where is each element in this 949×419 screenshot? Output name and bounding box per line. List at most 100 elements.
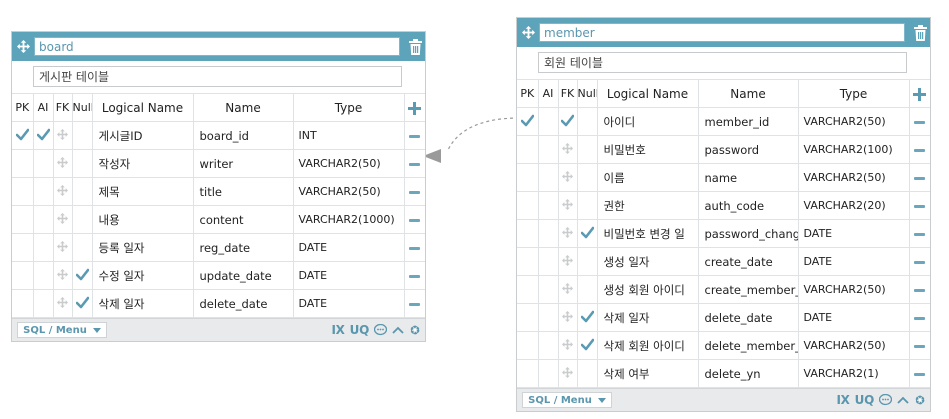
- null-cell[interactable]: [577, 359, 598, 388]
- logical-name-cell[interactable]: 권한: [597, 191, 699, 220]
- column-type-cell[interactable]: VARCHAR2(1000): [293, 205, 405, 234]
- column-type-cell[interactable]: VARCHAR2(50): [293, 177, 405, 206]
- fk-cell[interactable]: [558, 163, 578, 192]
- column-name-cell[interactable]: content: [193, 205, 294, 234]
- pk-cell[interactable]: [517, 135, 539, 164]
- null-cell[interactable]: [72, 289, 93, 318]
- check-icon[interactable]: [75, 296, 89, 312]
- table-comment-input[interactable]: [33, 66, 402, 87]
- add-column-icon[interactable]: [913, 87, 927, 101]
- fk-drag-icon[interactable]: [562, 310, 573, 325]
- table-row[interactable]: 아이디 member_id VARCHAR2(50): [517, 107, 930, 136]
- check-icon[interactable]: [580, 338, 594, 354]
- ai-cell[interactable]: [538, 107, 559, 136]
- logical-name-cell[interactable]: 등록 일자: [92, 233, 194, 262]
- sql-menu-button[interactable]: SQL / Menu: [17, 322, 107, 338]
- null-cell[interactable]: [72, 205, 93, 234]
- ai-cell[interactable]: [538, 135, 559, 164]
- check-icon[interactable]: [580, 226, 594, 242]
- fk-cell[interactable]: [53, 289, 73, 318]
- unique-button[interactable]: UQ: [855, 393, 875, 407]
- ai-cell[interactable]: [33, 261, 54, 290]
- fk-cell[interactable]: [558, 359, 578, 388]
- index-button[interactable]: IX: [332, 323, 345, 337]
- fk-cell[interactable]: [53, 261, 73, 290]
- column-type-cell[interactable]: VARCHAR2(50): [798, 275, 910, 304]
- table-row[interactable]: 작성자 writer VARCHAR2(50): [12, 149, 425, 178]
- column-name-cell[interactable]: title: [193, 177, 294, 206]
- logical-name-cell[interactable]: 삭제 일자: [597, 303, 699, 332]
- logical-name-cell[interactable]: 삭제 회원 아이디: [597, 331, 699, 360]
- comment-icon[interactable]: [374, 324, 387, 336]
- remove-column-icon[interactable]: [914, 204, 926, 208]
- table-row[interactable]: 생성 일자 create_date DATE: [517, 247, 930, 276]
- table-row[interactable]: 수정 일자 update_date DATE: [12, 261, 425, 290]
- remove-column-icon[interactable]: [409, 134, 421, 138]
- fk-drag-icon[interactable]: [562, 142, 573, 157]
- remove-column-icon[interactable]: [409, 302, 421, 306]
- index-button[interactable]: IX: [837, 393, 850, 407]
- table-row[interactable]: 생성 회원 아이디 create_member_ VARCHAR2(50): [517, 275, 930, 304]
- pk-cell[interactable]: [12, 289, 34, 318]
- column-type-cell[interactable]: DATE: [798, 303, 910, 332]
- pk-cell[interactable]: [517, 303, 539, 332]
- table-row[interactable]: 삭제 일자 delete_date DATE: [12, 289, 425, 318]
- null-cell[interactable]: [72, 121, 93, 150]
- logical-name-cell[interactable]: 생성 회원 아이디: [597, 275, 699, 304]
- fk-cell[interactable]: [558, 303, 578, 332]
- table-comment-input[interactable]: [538, 52, 907, 73]
- remove-column-icon[interactable]: [409, 190, 421, 194]
- move-icon[interactable]: [12, 32, 34, 61]
- gear-icon[interactable]: [914, 394, 926, 406]
- ai-cell[interactable]: [33, 149, 54, 178]
- move-icon[interactable]: [517, 18, 539, 47]
- table-row[interactable]: 삭제 여부 delete_yn VARCHAR2(1): [517, 359, 930, 388]
- chevron-up-icon[interactable]: [392, 326, 404, 334]
- remove-column-icon[interactable]: [914, 260, 926, 264]
- pk-cell[interactable]: [12, 121, 34, 150]
- ai-cell[interactable]: [538, 303, 559, 332]
- fk-cell[interactable]: [558, 135, 578, 164]
- column-name-cell[interactable]: create_date: [698, 247, 799, 276]
- null-cell[interactable]: [577, 331, 598, 360]
- ai-cell[interactable]: [538, 359, 559, 388]
- remove-column-icon[interactable]: [914, 344, 926, 348]
- fk-drag-icon[interactable]: [562, 282, 573, 297]
- trash-icon[interactable]: [910, 18, 930, 47]
- column-name-cell[interactable]: delete_date: [698, 303, 799, 332]
- pk-cell[interactable]: [12, 177, 34, 206]
- fk-cell[interactable]: [558, 219, 578, 248]
- fk-drag-icon[interactable]: [562, 226, 573, 241]
- pk-cell[interactable]: [517, 219, 539, 248]
- pk-cell[interactable]: [12, 205, 34, 234]
- remove-column-icon[interactable]: [914, 120, 926, 124]
- ai-cell[interactable]: [33, 121, 54, 150]
- pk-cell[interactable]: [517, 163, 539, 192]
- table-row[interactable]: 이름 name VARCHAR2(50): [517, 163, 930, 192]
- column-name-cell[interactable]: auth_code: [698, 191, 799, 220]
- table-row[interactable]: 비밀번호 변경 일 password_chang DATE: [517, 219, 930, 248]
- gear-icon[interactable]: [409, 324, 421, 336]
- null-cell[interactable]: [577, 219, 598, 248]
- null-cell[interactable]: [72, 233, 93, 262]
- column-name-cell[interactable]: delete_yn: [698, 359, 799, 388]
- column-type-cell[interactable]: VARCHAR2(20): [798, 191, 910, 220]
- fk-cell[interactable]: [558, 247, 578, 276]
- fk-drag-icon[interactable]: [562, 170, 573, 185]
- unique-button[interactable]: UQ: [350, 323, 370, 337]
- null-cell[interactable]: [577, 303, 598, 332]
- logical-name-cell[interactable]: 삭제 여부: [597, 359, 699, 388]
- pk-cell[interactable]: [517, 331, 539, 360]
- null-cell[interactable]: [72, 177, 93, 206]
- table-row[interactable]: 비밀번호 password VARCHAR2(100): [517, 135, 930, 164]
- remove-column-icon[interactable]: [914, 372, 926, 376]
- check-icon[interactable]: [36, 128, 50, 144]
- column-name-cell[interactable]: board_id: [193, 121, 294, 150]
- check-icon[interactable]: [561, 114, 574, 130]
- fk-drag-icon[interactable]: [57, 240, 68, 255]
- ai-cell[interactable]: [538, 331, 559, 360]
- remove-column-icon[interactable]: [914, 176, 926, 180]
- remove-column-icon[interactable]: [409, 162, 421, 166]
- table-row[interactable]: 게시글ID board_id INT: [12, 121, 425, 150]
- remove-column-icon[interactable]: [914, 316, 926, 320]
